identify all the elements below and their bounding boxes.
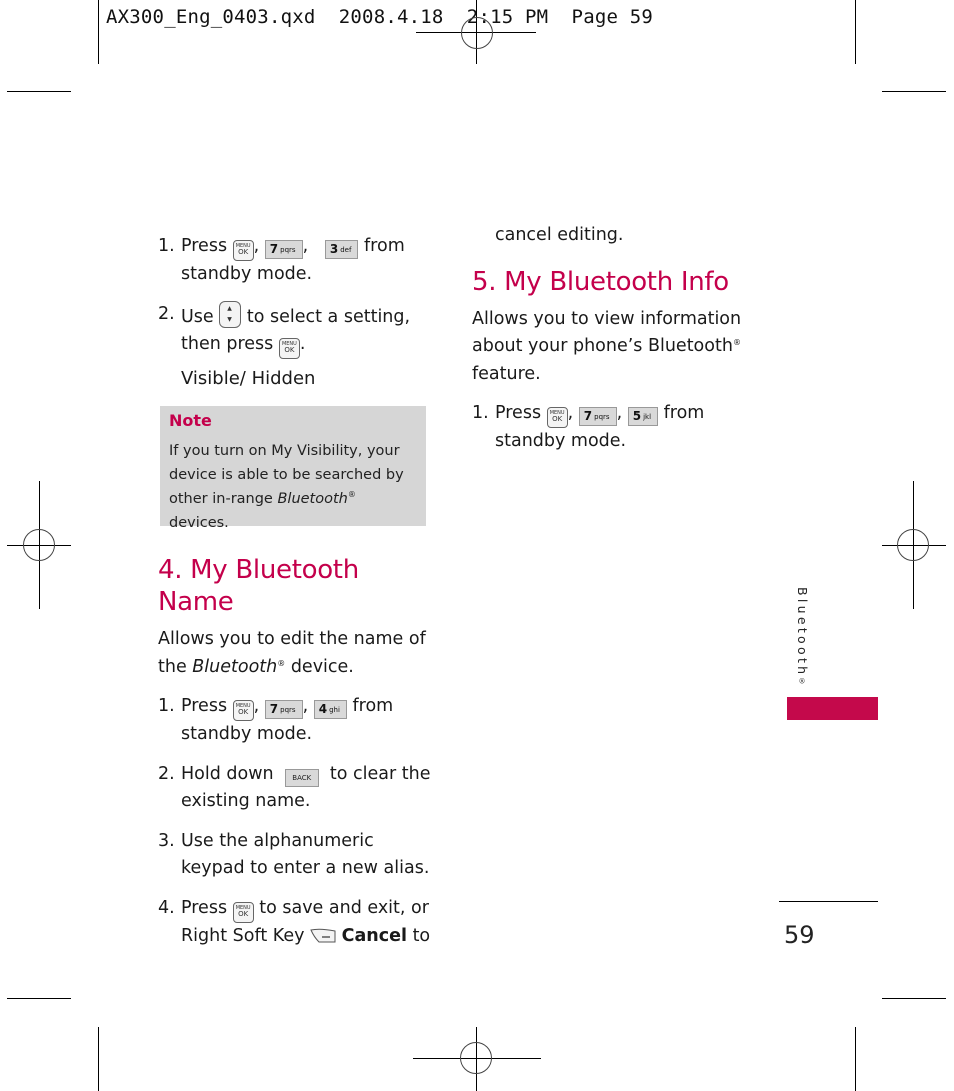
key-4-icon: 4 ghi <box>313 700 347 719</box>
section-5-step-1: 1. Press MENU OK, 7 pqrs, 5 jkl from standb… <box>472 403 705 451</box>
menu-ok-key-icon: MENU OK <box>232 901 254 923</box>
note-title: Note <box>169 411 212 430</box>
section-4: 4. My Bluetooth Name Allows you to edit … <box>158 554 433 950</box>
intro-step-1: 1. Press MENU OK, 7 pqrs, 3 def from standb… <box>158 236 405 284</box>
section-4-step-3: 3. Use the alphanumeric keypad to enter … <box>158 830 430 879</box>
section-5-description: Allows you to view information about you… <box>472 308 742 384</box>
note-box: Note If you turn on My Visibility, your … <box>160 406 426 531</box>
section-4-description: Allows you to edit the name of the Bluet… <box>158 629 426 677</box>
page-number: 59 <box>784 921 815 949</box>
slug-line: AX300_Eng_0403.qxd 2008.4.18 2:15 PM Pag… <box>106 6 654 28</box>
setting-options: Visible/ Hidden <box>181 368 316 389</box>
key-3-icon: 3 def <box>324 240 359 259</box>
key-7-icon: 7 pqrs <box>578 407 617 426</box>
key-5-icon: 5 jkl <box>627 407 659 426</box>
note-text: If you turn on My Visibility, your devic… <box>169 443 404 531</box>
section-4-step-1: 1. Press MENU OK, 7 pqrs, 4 ghi from standb… <box>158 696 394 744</box>
menu-ok-key-icon: MENU OK <box>232 700 254 721</box>
section-4-step-2: 2. Hold down BACK to clear the existing … <box>158 763 431 812</box>
menu-ok-key-icon: MENU OK <box>232 240 254 261</box>
continued-text: cancel editing. <box>495 225 624 245</box>
section-5-heading: 5. My Bluetooth Info <box>472 266 729 297</box>
back-key-icon: BACK <box>284 768 319 787</box>
left-column-intro: 1. Press MENU OK, 7 pqrs, 3 def from standb… <box>158 233 430 393</box>
page-number-rule <box>779 901 878 902</box>
intro-step-2: 2. Use ▲ ▼ to select a setting, then pres… <box>158 300 430 359</box>
section-4-heading: 4. My Bluetooth Name <box>158 555 359 617</box>
menu-ok-key-icon: MENU OK <box>546 407 568 428</box>
chapter-tab-label: Bluetooth® <box>795 587 810 689</box>
menu-ok-key-icon: MENU OK <box>278 338 300 359</box>
chapter-tab-bar <box>787 697 878 720</box>
right-soft-key-icon <box>310 928 336 942</box>
right-column: cancel editing. 5. My Bluetooth Info All… <box>472 222 742 456</box>
navigation-key-icon: ▲ ▼ <box>219 300 242 328</box>
key-7-icon: 7 pqrs <box>264 240 303 259</box>
section-4-step-4: 4. Press MENU OK to save and exit, or Rig… <box>158 897 431 946</box>
key-7-icon: 7 pqrs <box>264 700 303 719</box>
